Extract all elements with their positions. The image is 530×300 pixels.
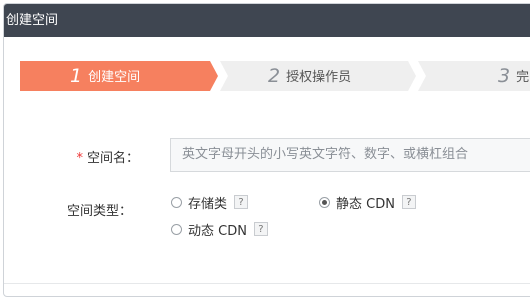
step-label: 完 [516,70,530,85]
radio-label: 静态 CDN [336,196,395,212]
space-name-placeholder: 英文字母开头的小写英文字符、数字、或横杠组合 [182,147,469,162]
dialog-title: 创建空间 [6,13,59,28]
step-authorize-operator: 2 授权操作员 [220,61,416,91]
radio-static-cdn[interactable]: 静态 CDN ? [319,193,416,212]
radio-circle-icon [171,223,182,235]
required-mark: * [76,151,83,166]
wizard-steps: 1 创建空间 2 授权操作员 3完 [20,61,530,91]
space-name-label: * 空间名： [9,147,139,166]
footer-divider [4,283,530,284]
step-number: 3 [498,65,511,87]
step-finish: 3完 [418,61,530,91]
step-label: 授权操作员 [286,70,352,85]
space-name-label-text: 空间名： [86,151,139,166]
radio-circle-icon [319,196,330,208]
help-icon[interactable]: ? [253,222,268,236]
step-create-space: 1 创建空间 [20,61,218,91]
dialog-titlebar: 创建空间 [4,4,530,37]
step-number: 1 [70,65,83,87]
space-type-label: 空间类型： [66,204,132,219]
help-icon[interactable]: ? [401,195,416,209]
radio-storage[interactable]: 存储类 ? [171,193,249,212]
step-label: 创建空间 [88,70,141,85]
create-space-dialog: 创建空间 1 创建空间 2 授权操作员 3完 * 空间名： 英文字母开头的小写英文字符… [3,3,530,297]
step-number: 2 [268,65,281,87]
radio-label: 动态 CDN [188,223,247,239]
radio-circle-icon [171,196,182,208]
space-name-input[interactable]: 英文字母开头的小写英文字符、数字、或横杠组合 [170,138,530,172]
help-icon[interactable]: ? [234,195,249,209]
radio-label: 存储类 [188,196,228,212]
radio-dynamic-cdn[interactable]: 动态 CDN ? [171,220,268,239]
